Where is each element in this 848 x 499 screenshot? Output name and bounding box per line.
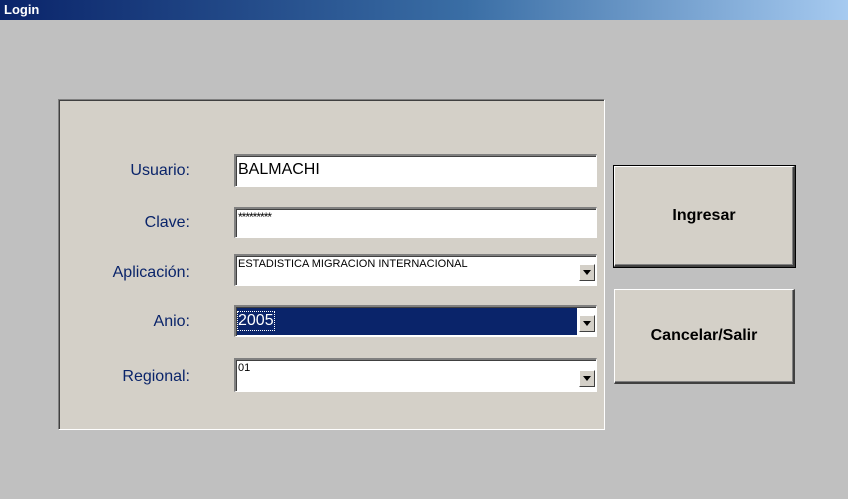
clave-password-input[interactable]: *********: [234, 207, 597, 238]
aplicacion-label: Aplicación:: [112, 264, 190, 281]
ingresar-label: Ingresar: [672, 207, 736, 224]
chevron-down-icon: [583, 321, 591, 326]
ingresar-button[interactable]: Ingresar: [613, 165, 796, 268]
regional-label: Regional:: [122, 368, 190, 385]
regional-value: 01: [238, 362, 251, 374]
aplicacion-value: ESTADISTICA MIGRACION INTERNACIONAL: [238, 258, 468, 270]
chevron-down-icon: [583, 270, 591, 275]
aplicacion-select[interactable]: ESTADISTICA MIGRACION INTERNACIONAL: [234, 254, 597, 286]
anio-selection-highlight: [237, 308, 577, 335]
aplicacion-dropdown-button[interactable]: [579, 264, 595, 281]
anio-value: 2005: [237, 311, 275, 331]
usuario-value: BALMACHI: [238, 161, 320, 178]
regional-select[interactable]: 01: [234, 358, 597, 392]
login-form-panel: Usuario: BALMACHI Clave: ********* Aplic…: [58, 99, 605, 430]
anio-dropdown-button[interactable]: [579, 315, 595, 332]
cancelar-salir-button[interactable]: Cancelar/Salir: [614, 289, 795, 384]
chevron-down-icon: [583, 376, 591, 381]
anio-label: Anio:: [153, 313, 190, 330]
regional-dropdown-button[interactable]: [579, 370, 595, 387]
cancelar-label: Cancelar/Salir: [650, 327, 758, 344]
clave-label: Clave:: [144, 214, 190, 231]
window-title: Login: [4, 2, 40, 17]
anio-select[interactable]: 2005: [234, 305, 597, 337]
clave-value: *********: [238, 210, 272, 224]
usuario-label: Usuario:: [130, 162, 190, 179]
title-bar[interactable]: Login: [0, 0, 848, 20]
usuario-input[interactable]: BALMACHI: [234, 154, 597, 187]
